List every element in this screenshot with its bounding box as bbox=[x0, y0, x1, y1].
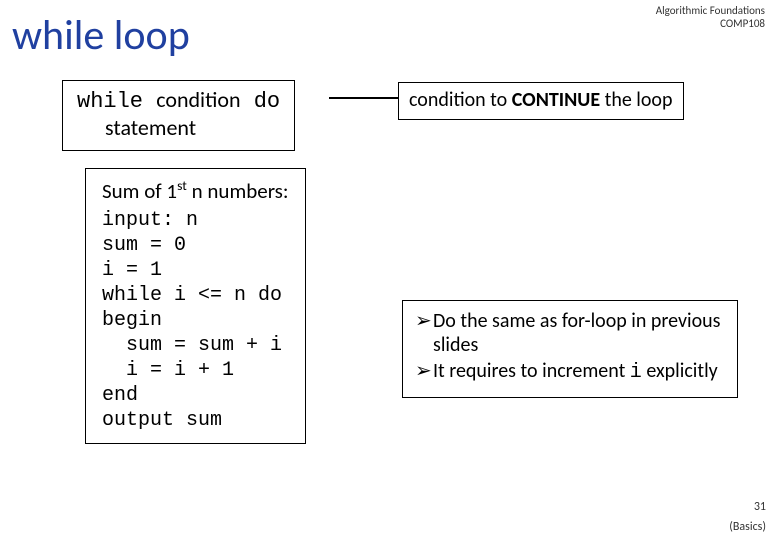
example-box: Sum of 1st n numbers: input: n sum = 0 i… bbox=[85, 168, 306, 444]
course-header: Algorithmic Foundations COMP108 bbox=[656, 4, 765, 30]
course-code: COMP108 bbox=[656, 17, 765, 30]
heading-pre: Sum of 1 bbox=[102, 178, 177, 204]
note2-text: It requires to increment i explicitly bbox=[433, 359, 725, 385]
kw-do: do bbox=[241, 89, 281, 114]
annot-strong: CONTINUE bbox=[512, 88, 600, 112]
course-title: Algorithmic Foundations bbox=[656, 4, 765, 17]
condition-annotation: condition to CONTINUE the loop bbox=[398, 82, 684, 120]
syntax-statement: statement bbox=[105, 114, 196, 141]
example-code: input: n sum = 0 i = 1 while i <= n do b… bbox=[102, 208, 289, 433]
bullet-icon: ➢ bbox=[415, 359, 433, 385]
note2-post: explicitly bbox=[642, 359, 718, 383]
syntax-line1: while condition do bbox=[77, 87, 280, 115]
note-item-1: ➢ Do the same as for-loop in previous sl… bbox=[415, 309, 725, 357]
footer-section: (Basics) bbox=[729, 520, 766, 534]
syntax-line2: statement bbox=[77, 115, 280, 141]
connector-line bbox=[329, 97, 399, 99]
note-item-2: ➢ It requires to increment i explicitly bbox=[415, 359, 725, 385]
bullet-icon: ➢ bbox=[415, 309, 433, 357]
heading-post: n numbers: bbox=[187, 178, 289, 204]
note2-pre: It requires to increment bbox=[433, 359, 630, 383]
example-heading: Sum of 1st n numbers: bbox=[102, 177, 289, 204]
note1-text: Do the same as for-loop in previous slid… bbox=[433, 309, 725, 357]
kw-while: while bbox=[77, 89, 156, 114]
annot-pre: condition to bbox=[409, 88, 512, 112]
heading-ordinal: st bbox=[177, 177, 187, 194]
slide-title: while loop bbox=[12, 10, 190, 61]
syntax-condition: condition bbox=[156, 86, 240, 113]
while-syntax-box: while condition do statement bbox=[62, 80, 295, 151]
note2-code: i bbox=[630, 361, 642, 384]
annot-post: the loop bbox=[600, 88, 672, 112]
page-number: 31 bbox=[754, 500, 766, 514]
notes-box: ➢ Do the same as for-loop in previous sl… bbox=[402, 300, 738, 398]
